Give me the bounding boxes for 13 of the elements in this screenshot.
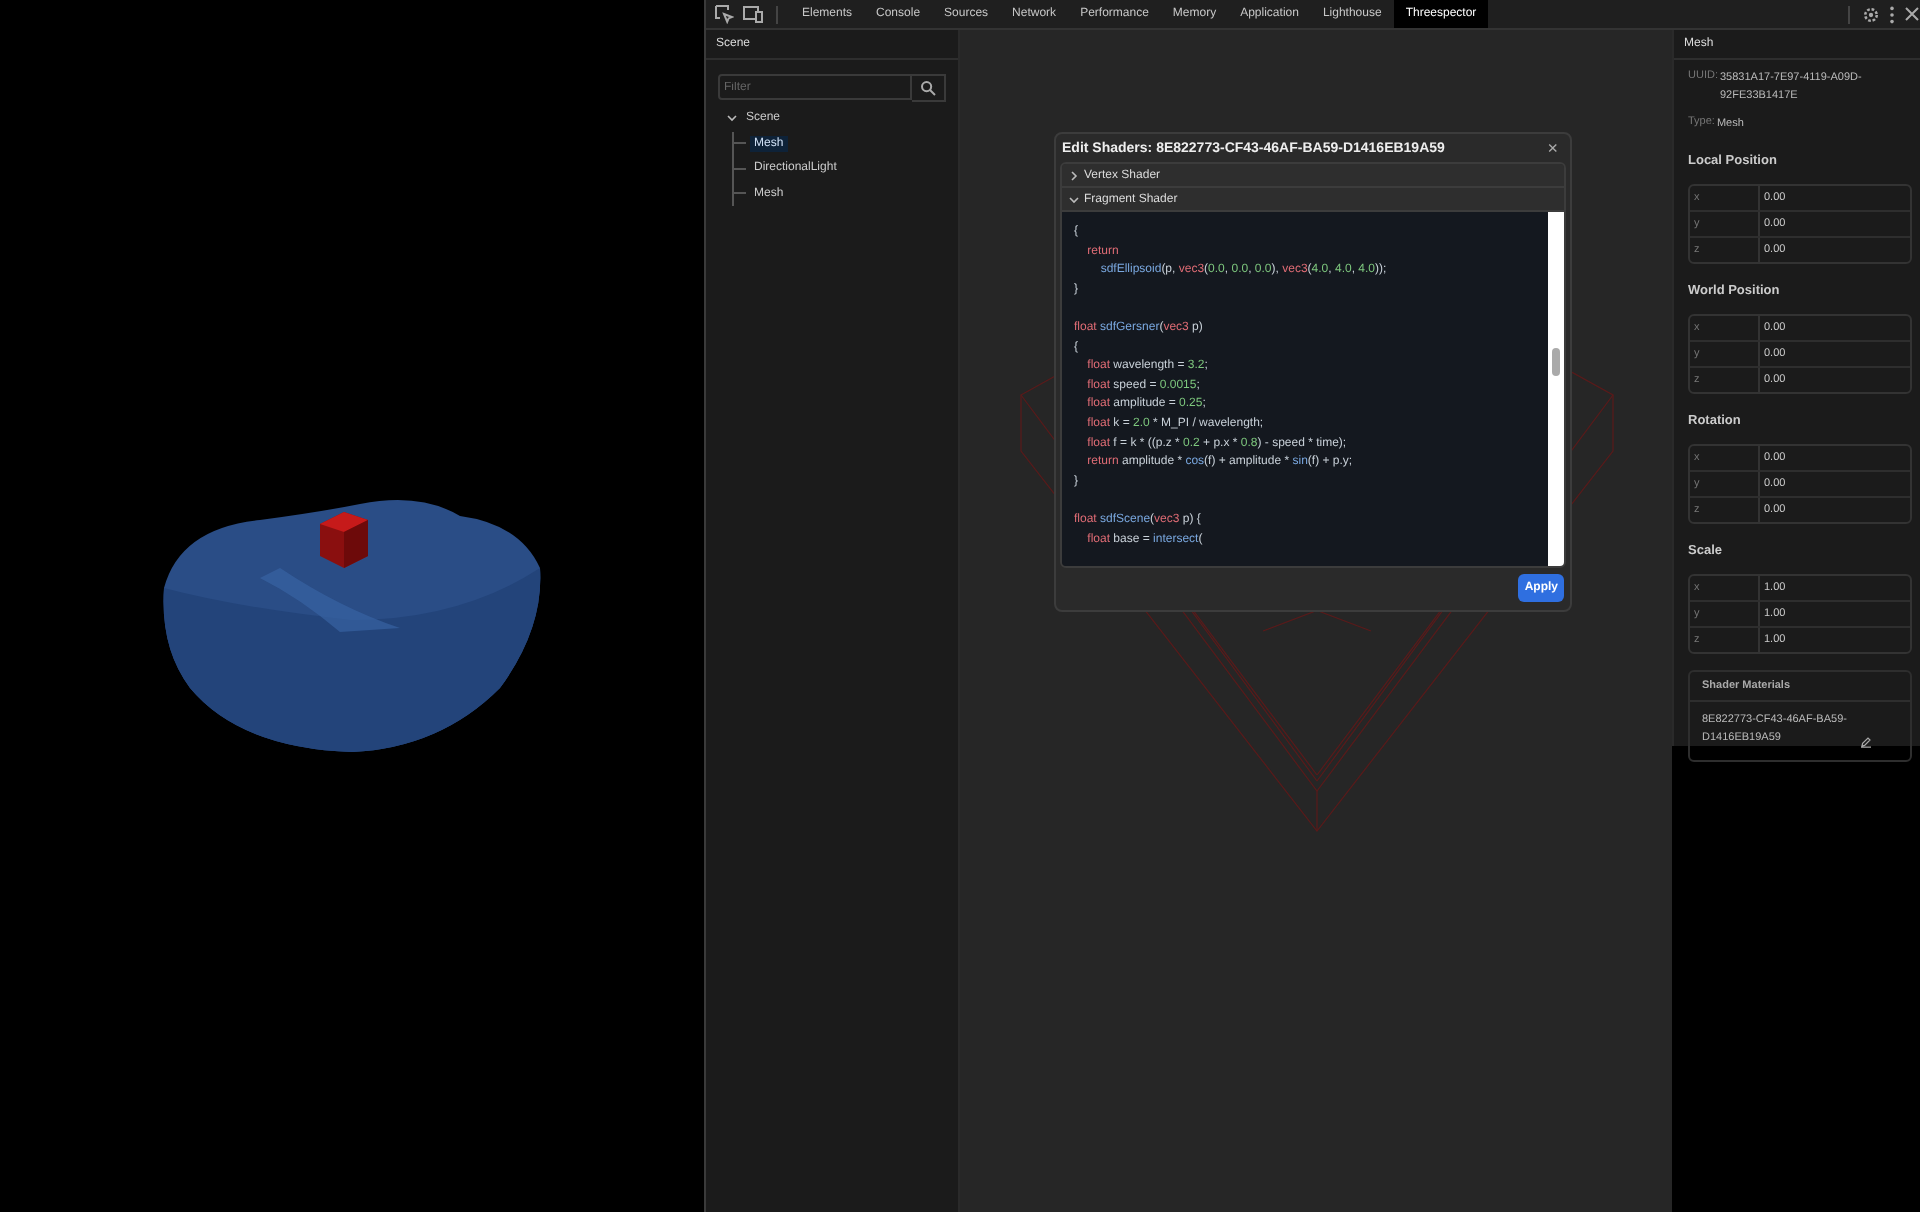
inspect-icon[interactable] — [714, 4, 734, 24]
chevron-down-icon[interactable] — [726, 112, 738, 125]
code-editor[interactable] — [1062, 212, 1564, 566]
scrollbar-thumb[interactable] — [1552, 348, 1560, 376]
search-icon[interactable] — [912, 73, 946, 101]
edit-icon[interactable] — [1860, 736, 1872, 748]
device-icon[interactable] — [742, 4, 764, 24]
chevron-right-icon[interactable] — [1068, 169, 1080, 181]
more-icon[interactable] — [1888, 5, 1896, 23]
close-button[interactable]: × — [1543, 139, 1562, 157]
chevron-down-icon[interactable] — [1068, 193, 1080, 205]
close-icon[interactable] — [1904, 6, 1920, 22]
settings-icon[interactable] — [1862, 5, 1880, 23]
